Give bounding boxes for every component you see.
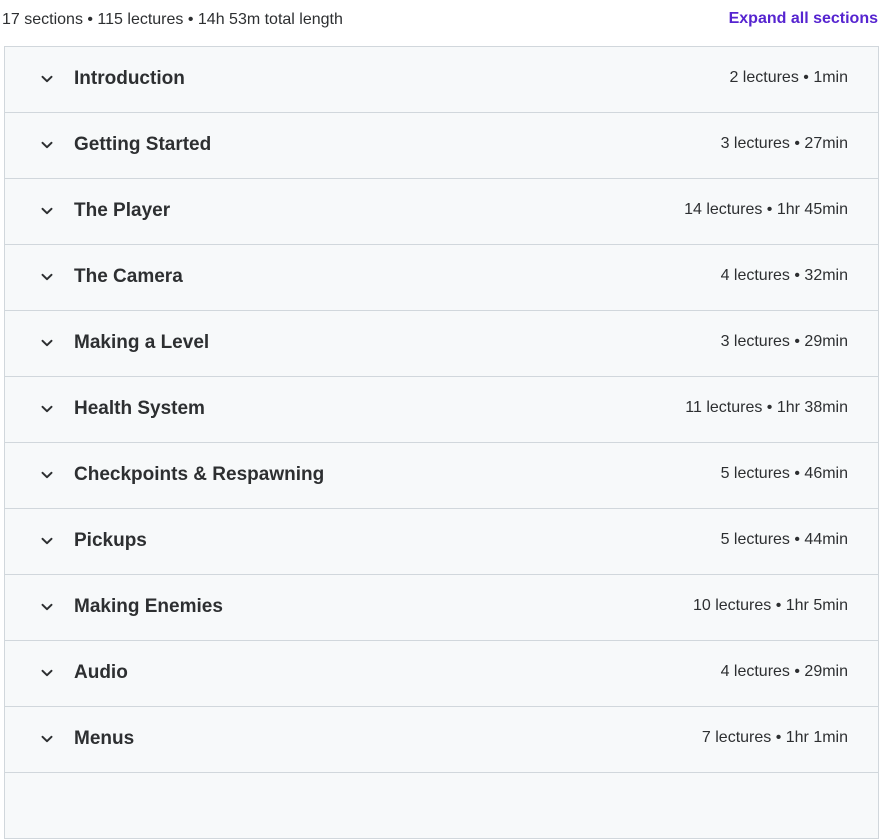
- section-meta: 7 lectures • 1hr 1min: [701, 729, 848, 746]
- section-meta: 2 lectures • 1min: [729, 69, 848, 86]
- section-title: The Player: [74, 200, 171, 221]
- section-row[interactable]: Checkpoints & Respawning 5 lectures • 46…: [5, 443, 878, 509]
- section-title: Pickups: [74, 530, 147, 551]
- section-meta: 14 lectures • 1hr 45min: [684, 201, 848, 218]
- section-meta: 11 lectures • 1hr 38min: [685, 399, 848, 416]
- section-meta: 3 lectures • 27min: [720, 135, 848, 152]
- section-meta: 5 lectures • 44min: [720, 531, 848, 548]
- curriculum-summary-bar: 17 sections • 115 lectures • 14h 53m tot…: [0, 0, 881, 46]
- section-meta: 3 lectures • 29min: [720, 333, 848, 350]
- section-row-partial[interactable]: [5, 773, 878, 839]
- section-title: Health System: [74, 398, 205, 419]
- section-meta: 4 lectures • 32min: [720, 267, 848, 284]
- section-row[interactable]: Health System 11 lectures • 1hr 38min: [5, 377, 878, 443]
- chevron-down-icon: [39, 71, 55, 87]
- section-row[interactable]: Getting Started 3 lectures • 27min: [5, 113, 878, 179]
- expand-all-sections-button[interactable]: Expand all sections: [729, 10, 878, 28]
- chevron-down-icon: [39, 533, 55, 549]
- chevron-down-icon: [39, 731, 55, 747]
- section-meta: 5 lectures • 46min: [720, 465, 848, 482]
- section-title: Making Enemies: [74, 596, 223, 617]
- chevron-down-icon: [39, 269, 55, 285]
- section-title: Introduction: [74, 68, 185, 89]
- section-row[interactable]: The Player 14 lectures • 1hr 45min: [5, 179, 878, 245]
- sections-list: Introduction 2 lectures • 1min Getting S…: [4, 46, 879, 839]
- curriculum-summary: 17 sections • 115 lectures • 14h 53m tot…: [2, 11, 343, 28]
- chevron-down-icon: [39, 335, 55, 351]
- chevron-down-icon: [39, 665, 55, 681]
- chevron-down-icon: [39, 203, 55, 219]
- chevron-down-icon: [39, 401, 55, 417]
- section-row[interactable]: Making a Level 3 lectures • 29min: [5, 311, 878, 377]
- chevron-down-icon: [39, 467, 55, 483]
- chevron-down-icon: [39, 599, 55, 615]
- section-title: The Camera: [74, 266, 183, 287]
- section-row[interactable]: Menus 7 lectures • 1hr 1min: [5, 707, 878, 773]
- section-row[interactable]: Pickups 5 lectures • 44min: [5, 509, 878, 575]
- section-meta: 10 lectures • 1hr 5min: [692, 597, 848, 614]
- section-row[interactable]: Audio 4 lectures • 29min: [5, 641, 878, 707]
- section-meta: 4 lectures • 29min: [720, 663, 848, 680]
- chevron-down-icon: [39, 137, 55, 153]
- section-row[interactable]: The Camera 4 lectures • 32min: [5, 245, 878, 311]
- section-title: Making a Level: [74, 332, 210, 353]
- section-title: Menus: [74, 728, 135, 749]
- section-title: Getting Started: [74, 134, 212, 155]
- section-row[interactable]: Introduction 2 lectures • 1min: [5, 47, 878, 113]
- section-title: Checkpoints & Respawning: [74, 464, 325, 485]
- section-title: Audio: [74, 662, 128, 683]
- section-row[interactable]: Making Enemies 10 lectures • 1hr 5min: [5, 575, 878, 641]
